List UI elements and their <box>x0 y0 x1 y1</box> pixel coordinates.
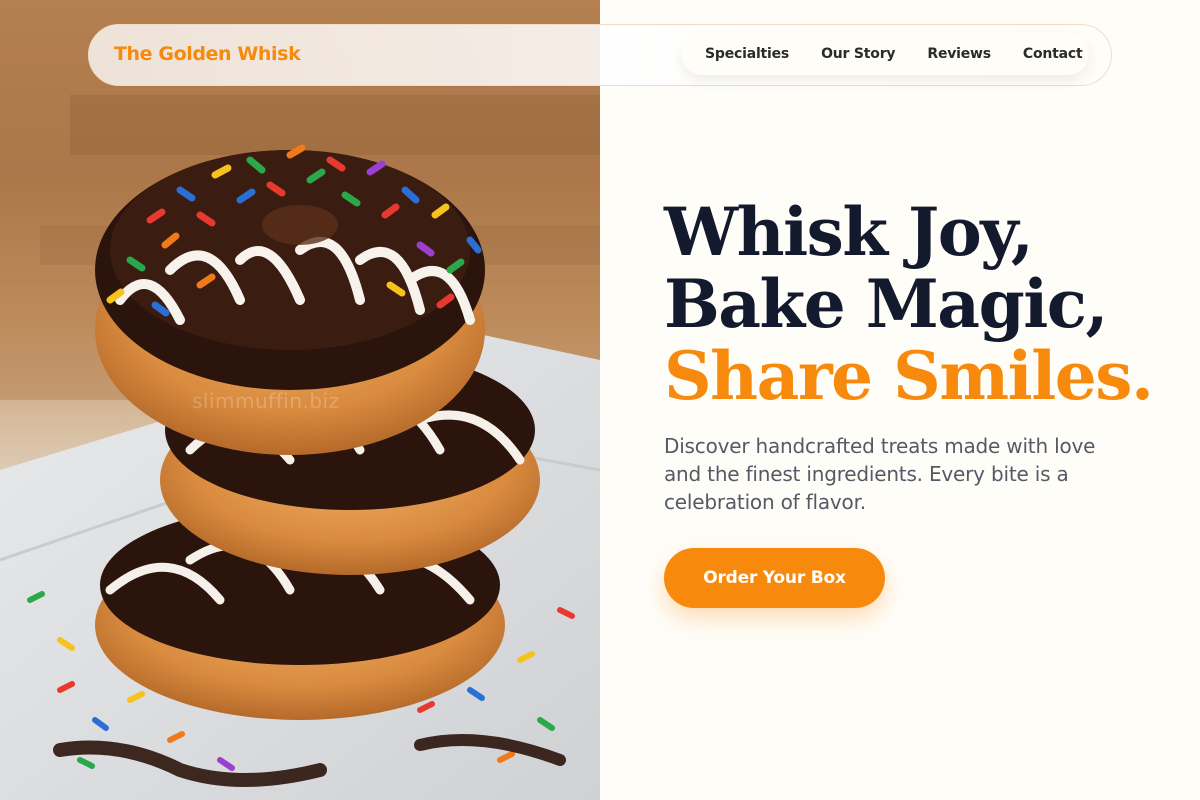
hero-title-line-2: Bake Magic, <box>664 265 1108 343</box>
image-watermark: slimmuffin.biz <box>192 389 340 413</box>
hero-title-line-3: Share Smiles. <box>664 337 1154 415</box>
nav-item-contact[interactable]: Contact <box>1023 46 1083 62</box>
main-nav: Specialties Our Story Reviews Contact <box>681 33 1089 75</box>
hero-subtitle: Discover handcrafted treats made with lo… <box>664 434 1096 514</box>
hero-image: slimmuffin.biz <box>0 0 600 800</box>
nav-item-reviews[interactable]: Reviews <box>927 46 991 62</box>
brand-logo[interactable]: The Golden Whisk <box>114 43 301 65</box>
order-box-button[interactable]: Order Your Box <box>664 548 885 608</box>
hero-title-line-1: Whisk Joy, <box>664 193 1034 271</box>
nav-item-our-story[interactable]: Our Story <box>821 46 895 62</box>
hero-title: Whisk Joy, Bake Magic, Share Smiles. <box>664 196 1184 412</box>
nav-item-specialties[interactable]: Specialties <box>705 46 789 62</box>
site-header: The Golden Whisk Specialties Our Story R… <box>88 24 1112 86</box>
